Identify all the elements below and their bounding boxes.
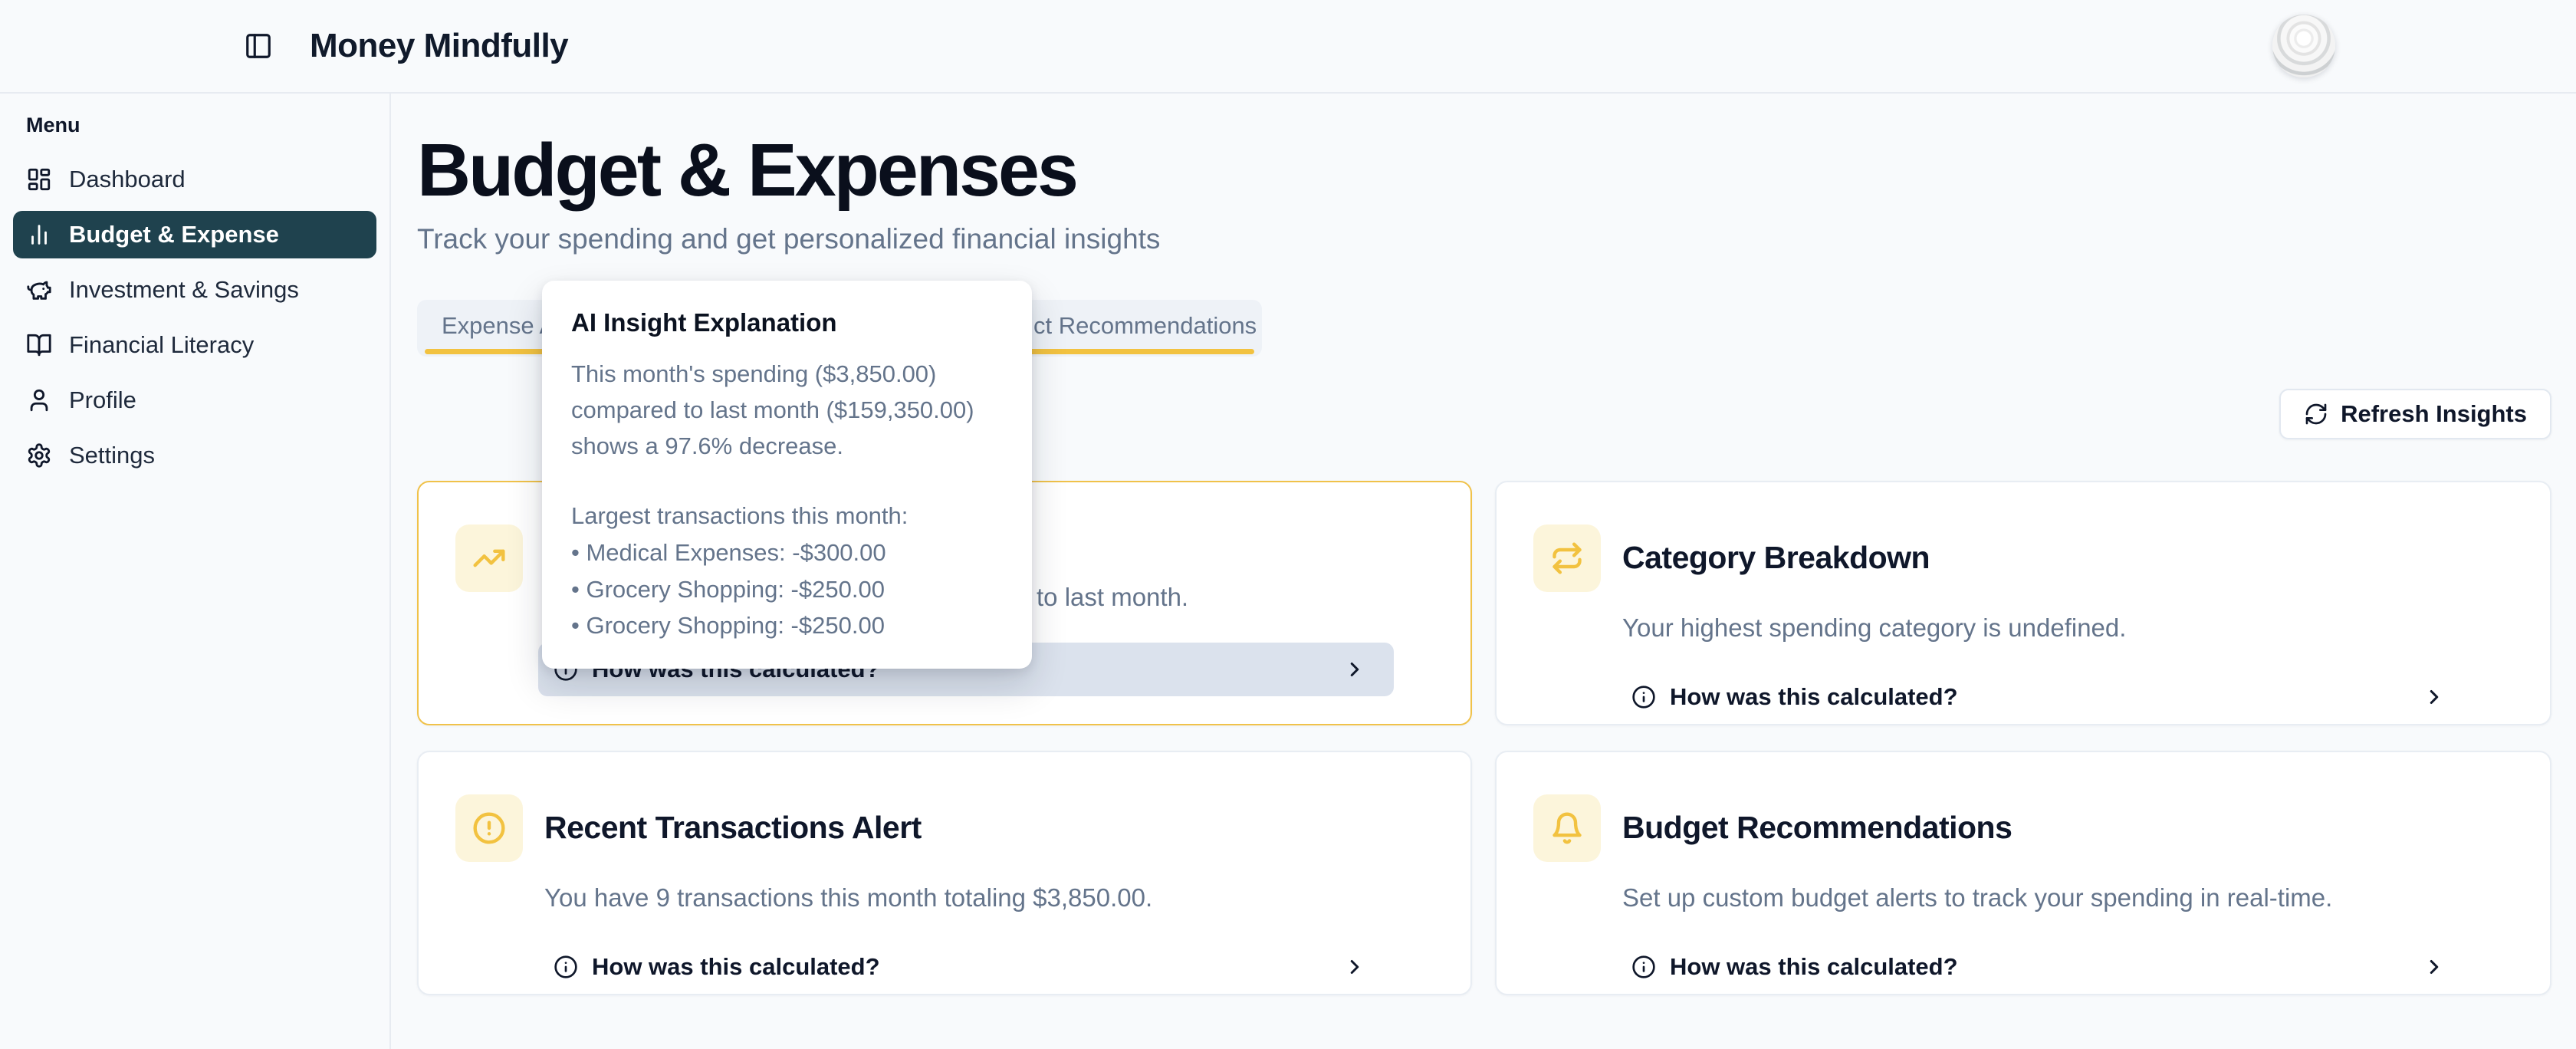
- card-subtitle: Set up custom budget alerts to track you…: [1622, 883, 2513, 913]
- repeat-icon: [1533, 524, 1601, 592]
- refresh-icon: [2304, 402, 2328, 426]
- card-title: Category Breakdown: [1622, 540, 1930, 576]
- sidebar-nav: Dashboard Budget & Expense Investment & …: [13, 156, 376, 479]
- app-header: Money Mindfully: [0, 0, 2576, 94]
- piggy-bank-icon: [26, 277, 52, 303]
- sidebar-item-label: Budget & Expense: [69, 221, 279, 248]
- sidebar-item-label: Investment & Savings: [69, 276, 299, 304]
- refresh-insights-label: Refresh Insights: [2341, 400, 2527, 428]
- how-calculated-label: How was this calculated?: [592, 953, 880, 981]
- card-budget-recommendations: Budget Recommendations Set up custom bud…: [1495, 751, 2551, 995]
- sidebar-item-investment-savings[interactable]: Investment & Savings: [13, 266, 376, 314]
- tooltip-list-intro: Largest transactions this month:: [571, 501, 1003, 531]
- bell-icon: [1533, 794, 1601, 862]
- user-icon: [26, 387, 52, 413]
- dashboard-icon: [26, 166, 52, 192]
- tooltip-bullet: • Medical Expenses: -$300.00: [571, 538, 1003, 568]
- chevron-right-icon: [1343, 658, 1366, 681]
- sidebar-item-label: Financial Literacy: [69, 331, 254, 359]
- card-category-breakdown: Category Breakdown Your highest spending…: [1495, 481, 2551, 725]
- how-calculated-link[interactable]: How was this calculated?: [1616, 940, 2473, 994]
- gear-icon: [26, 442, 52, 469]
- card-subtitle: You have 9 transactions this month total…: [544, 883, 1434, 913]
- app-title: Money Mindfully: [310, 27, 568, 65]
- tooltip-bullet: • Grocery Shopping: -$250.00: [571, 574, 1003, 605]
- tab-expense-analysis[interactable]: Expense A: [442, 300, 555, 352]
- tooltip-title: AI Insight Explanation: [571, 308, 1003, 337]
- bar-chart-icon: [26, 222, 52, 248]
- alert-circle-icon: [455, 794, 523, 862]
- chevron-right-icon: [2423, 686, 2446, 709]
- sidebar-item-profile[interactable]: Profile: [13, 377, 376, 424]
- how-calculated-link[interactable]: How was this calculated?: [538, 940, 1394, 994]
- user-avatar[interactable]: [2272, 15, 2335, 77]
- tooltip-paragraph: This month's spending ($3,850.00) compar…: [571, 356, 1003, 464]
- page-title: Budget & Expenses: [417, 130, 2551, 211]
- trending-up-icon: [455, 524, 523, 592]
- card-subtitle: Your highest spending category is undefi…: [1622, 613, 2513, 643]
- how-calculated-link[interactable]: How was this calculated?: [1616, 670, 2473, 724]
- tooltip-bullet: • Grocery Shopping: -$250.00: [571, 610, 1003, 641]
- sidebar-item-label: Dashboard: [69, 166, 186, 193]
- sidebar-item-financial-literacy[interactable]: Financial Literacy: [13, 321, 376, 369]
- info-icon: [1631, 685, 1656, 709]
- card-title: Budget Recommendations: [1622, 810, 2012, 846]
- panel-left-icon: [244, 31, 273, 61]
- card-subtitle-fragment: to last month.: [1037, 583, 1188, 612]
- sidebar-item-budget-expense[interactable]: Budget & Expense: [13, 211, 376, 258]
- sidebar-section-label: Menu: [13, 113, 376, 137]
- info-icon: [554, 955, 578, 979]
- page-subtitle: Track your spending and get personalized…: [417, 223, 2551, 255]
- refresh-insights-button[interactable]: Refresh Insights: [2279, 389, 2551, 439]
- chevron-right-icon: [1343, 955, 1366, 978]
- book-open-icon: [26, 332, 52, 358]
- how-calculated-label: How was this calculated?: [1670, 683, 1958, 711]
- sidebar-item-dashboard[interactable]: Dashboard: [13, 156, 376, 203]
- info-icon: [1631, 955, 1656, 979]
- how-calculated-label: How was this calculated?: [1670, 953, 1958, 981]
- sidebar: Menu Dashboard Budget & Expense Investme…: [0, 94, 391, 1049]
- sidebar-item-label: Profile: [69, 386, 136, 414]
- ai-insight-tooltip: AI Insight Explanation This month's spen…: [542, 281, 1032, 669]
- chevron-right-icon: [2423, 955, 2446, 978]
- sidebar-item-settings[interactable]: Settings: [13, 432, 376, 479]
- sidebar-toggle-button[interactable]: [244, 31, 273, 61]
- card-recent-transactions: Recent Transactions Alert You have 9 tra…: [417, 751, 1472, 995]
- card-title: Recent Transactions Alert: [544, 810, 922, 846]
- sidebar-item-label: Settings: [69, 442, 155, 469]
- tab-product-recommendations[interactable]: ct Recommendations: [1033, 300, 1257, 352]
